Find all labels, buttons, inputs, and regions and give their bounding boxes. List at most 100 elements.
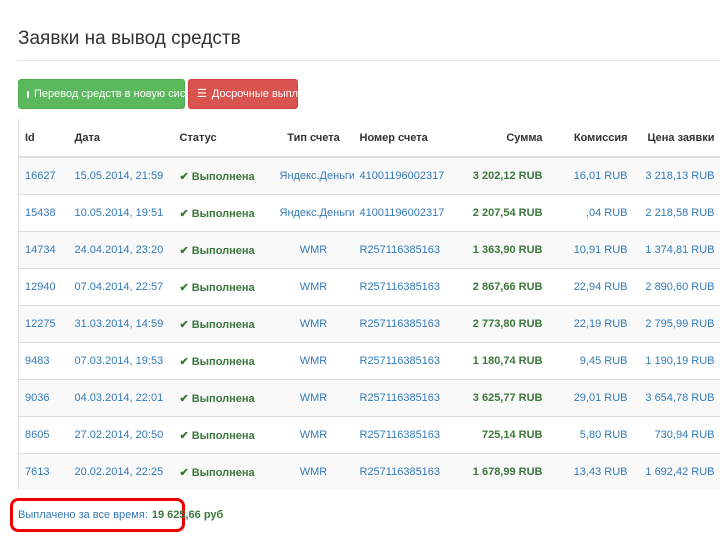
row-account-type: WMR — [273, 453, 354, 490]
row-id[interactable]: 9036 — [18, 379, 69, 417]
row-account-number: R257116385163 — [353, 305, 464, 343]
table-header-row: Id Дата Статус Тип счета Номер счета Сум… — [18, 119, 720, 158]
total-paid-label: Выплачено за все время: — [18, 509, 148, 521]
header-account-number[interactable]: Номер счета — [353, 119, 464, 158]
row-fee: 13,43 RUB — [548, 453, 634, 490]
row-id[interactable]: 8605 — [18, 416, 69, 454]
check-icon: ✔ — [179, 355, 189, 368]
row-date[interactable]: 24.04.2014, 23:20 — [68, 231, 174, 269]
row-sum: 2 773,80 RUB — [463, 305, 549, 343]
check-icon: ✔ — [179, 244, 189, 257]
table-row[interactable]: 15438 10.05.2014, 19:51 ✔ Выполнена Яндекс.Д… — [18, 194, 720, 232]
table-row[interactable]: 12940 07.04.2014, 22:57 ✔ Выполнена WMR R2571… — [18, 268, 720, 306]
row-sum: 3 202,12 RUB — [463, 157, 549, 195]
row-account-number: R257116385163 — [353, 379, 464, 417]
table-row[interactable]: 14734 24.04.2014, 23:20 ✔ Выполнена WMR R2571… — [18, 231, 720, 269]
title-divider — [18, 60, 720, 61]
early-payout-button[interactable]: ☰ Досрочные выплаты — [188, 79, 317, 109]
row-account-number: R257116385163 — [353, 416, 464, 454]
check-icon: ✔ — [179, 170, 189, 183]
status-text: Выполнена — [191, 429, 255, 442]
row-date[interactable]: 27.02.2014, 20:50 — [68, 416, 174, 454]
transfer-funds-button[interactable]: Перевод средств в новую систему — [18, 79, 210, 109]
check-icon: ✔ — [179, 392, 189, 405]
header-account-type[interactable]: Тип счета — [273, 119, 354, 158]
check-icon: ✔ — [179, 466, 189, 479]
row-price: 2 890,60 RUB — [633, 268, 720, 306]
row-id[interactable]: 14734 — [18, 231, 69, 269]
row-fee: 10,91 RUB — [548, 231, 634, 269]
row-id[interactable]: 12940 — [18, 268, 69, 306]
row-account-type: WMR — [273, 305, 354, 343]
header-price[interactable]: Цена заявки — [633, 119, 720, 158]
table-row[interactable]: 7613 20.02.2014, 22:25 ✔ Выполнена WMR R25711… — [18, 453, 720, 490]
row-status: ✔ Выполнена — [173, 453, 274, 490]
row-id[interactable]: 12275 — [18, 305, 69, 343]
status-text: Выполнена — [191, 355, 255, 368]
row-price: 2 218,58 RUB — [633, 194, 720, 232]
header-sum[interactable]: Сумма — [463, 119, 549, 158]
page-title: Заявки на вывод средств — [18, 28, 241, 49]
row-account-number: R257116385163 — [353, 453, 464, 490]
row-sum: 2 207,54 RUB — [463, 194, 549, 232]
row-status: ✔ Выполнена — [173, 268, 274, 306]
check-icon: ✔ — [179, 318, 189, 331]
row-account-type: WMR — [273, 231, 354, 269]
row-account-type: Яндекс.Деньги — [273, 157, 354, 195]
row-date[interactable]: 07.04.2014, 22:57 — [68, 268, 174, 306]
table-row[interactable]: 16627 15.05.2014, 21:59 ✔ Выполнена Яндекс.Д… — [18, 157, 720, 195]
row-status: ✔ Выполнена — [173, 416, 274, 454]
row-price: 1 692,42 RUB — [633, 453, 720, 490]
header-status[interactable]: Статус — [173, 119, 274, 158]
list-icon: ☰ — [197, 87, 207, 100]
status-text: Выполнена — [191, 244, 255, 257]
monitor-icon — [27, 90, 29, 98]
early-payout-label: Досрочные выплаты — [211, 88, 317, 100]
table-row[interactable]: 9483 07.03.2014, 19:53 ✔ Выполнена WMR R25711… — [18, 342, 720, 380]
row-account-number: R257116385163 — [353, 268, 464, 306]
row-sum: 1 363,90 RUB — [463, 231, 549, 269]
row-status: ✔ Выполнена — [173, 157, 274, 195]
row-status: ✔ Выполнена — [173, 194, 274, 232]
row-fee: 16,01 RUB — [548, 157, 634, 195]
check-icon: ✔ — [179, 207, 189, 220]
table-row[interactable]: 12275 31.03.2014, 14:59 ✔ Выполнена WMR R2571… — [18, 305, 720, 343]
header-id[interactable]: Id — [18, 119, 69, 158]
row-date[interactable]: 07.03.2014, 19:53 — [68, 342, 174, 380]
row-id[interactable]: 15438 — [18, 194, 69, 232]
status-text: Выполнена — [191, 466, 255, 479]
row-date[interactable]: 31.03.2014, 14:59 — [68, 305, 174, 343]
header-date[interactable]: Дата — [68, 119, 174, 158]
row-date[interactable]: 10.05.2014, 19:51 — [68, 194, 174, 232]
check-icon: ✔ — [179, 429, 189, 442]
row-status: ✔ Выполнена — [173, 379, 274, 417]
table-row[interactable]: 9036 04.03.2014, 22:01 ✔ Выполнена WMR R25711… — [18, 379, 720, 417]
row-date[interactable]: 15.05.2014, 21:59 — [68, 157, 174, 195]
header-fee[interactable]: Комиссия — [548, 119, 634, 158]
row-sum: 3 625,77 RUB — [463, 379, 549, 417]
row-date[interactable]: 20.02.2014, 22:25 — [68, 453, 174, 490]
row-fee: 9,45 RUB — [548, 342, 634, 380]
row-account-type: WMR — [273, 379, 354, 417]
row-fee: ,04 RUB — [548, 194, 634, 232]
row-account-number: R257116385163 — [353, 231, 464, 269]
row-fee: 29,01 RUB — [548, 379, 634, 417]
row-price: 3 218,13 RUB — [633, 157, 720, 195]
status-text: Выполнена — [191, 392, 255, 405]
row-id[interactable]: 7613 — [18, 453, 69, 490]
row-account-number: 41001196002317 — [353, 194, 464, 232]
row-status: ✔ Выполнена — [173, 305, 274, 343]
row-sum: 1 678,99 RUB — [463, 453, 549, 490]
table-row[interactable]: 8605 27.02.2014, 20:50 ✔ Выполнена WMR R25711… — [18, 416, 720, 454]
row-price: 1 190,19 RUB — [633, 342, 720, 380]
row-fee: 22,94 RUB — [548, 268, 634, 306]
status-text: Выполнена — [191, 318, 255, 331]
row-id[interactable]: 16627 — [18, 157, 69, 195]
row-account-number: R257116385163 — [353, 342, 464, 380]
row-date[interactable]: 04.03.2014, 22:01 — [68, 379, 174, 417]
row-fee: 22,19 RUB — [548, 305, 634, 343]
row-account-type: WMR — [273, 416, 354, 454]
row-id[interactable]: 9483 — [18, 342, 69, 380]
row-sum: 725,14 RUB — [463, 416, 549, 454]
status-text: Выполнена — [191, 207, 255, 220]
